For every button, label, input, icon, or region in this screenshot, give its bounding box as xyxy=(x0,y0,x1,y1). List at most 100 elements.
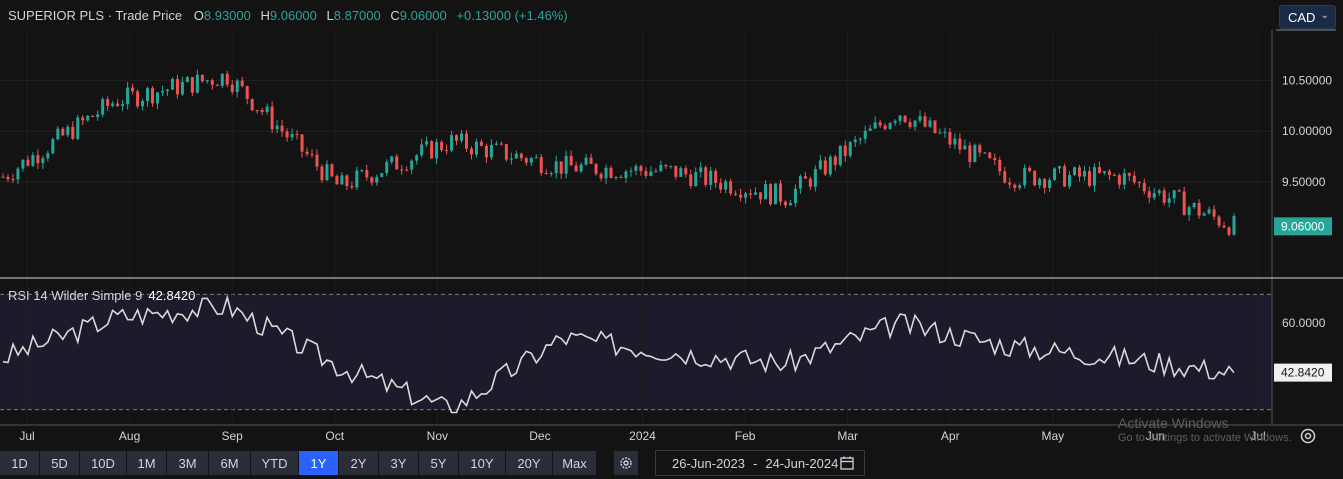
candle-body xyxy=(1132,175,1136,183)
currency-select[interactable]: CAD ⌄ xyxy=(1279,5,1336,29)
candle-body xyxy=(494,143,498,145)
candle-body xyxy=(888,122,892,129)
candle-body xyxy=(445,150,449,152)
candle-body xyxy=(270,106,274,130)
candle-body xyxy=(754,192,758,195)
candle-body xyxy=(1217,216,1221,226)
time-tick-label: Feb xyxy=(735,429,756,443)
candle-body xyxy=(1232,216,1236,235)
candle-body xyxy=(1112,174,1116,176)
candle-body xyxy=(769,184,773,205)
candle-body xyxy=(704,167,708,185)
candle-body xyxy=(973,145,977,163)
candle-body xyxy=(1063,166,1067,187)
candle-body xyxy=(1058,166,1062,169)
range-button-1d[interactable]: 1D xyxy=(0,451,39,475)
candle-body xyxy=(1087,170,1091,186)
candle-body xyxy=(395,156,399,170)
candle-body xyxy=(370,177,374,183)
candle-body xyxy=(330,164,334,177)
candle-body xyxy=(160,91,164,93)
candle-body xyxy=(868,128,872,131)
candle-body xyxy=(295,134,299,136)
candle-body xyxy=(385,161,389,174)
candle-body xyxy=(235,80,239,92)
candle-body xyxy=(694,172,698,187)
candle-body xyxy=(460,133,464,141)
candle-body xyxy=(81,117,85,121)
candle-body xyxy=(136,91,140,107)
range-button-3y[interactable]: 3Y xyxy=(379,451,418,475)
range-button-10y[interactable]: 10Y xyxy=(459,451,505,475)
candle-body xyxy=(544,172,548,175)
range-button-2y[interactable]: 2Y xyxy=(339,451,378,475)
instrument-title: SUPERIOR PLS · Trade Price xyxy=(8,8,183,23)
candle-body xyxy=(679,168,683,177)
candle-body xyxy=(1202,213,1206,216)
candle-body xyxy=(918,116,922,121)
gear-icon[interactable] xyxy=(1299,427,1317,450)
candle-body xyxy=(1028,167,1032,171)
high-value: 9.06000 xyxy=(269,8,317,23)
candle-body xyxy=(599,173,603,179)
range-button-ytd[interactable]: YTD xyxy=(251,451,298,475)
candle-body xyxy=(450,135,454,151)
range-button-10d[interactable]: 10D xyxy=(80,451,126,475)
rsi-band xyxy=(0,294,1272,410)
range-button-1m[interactable]: 1M xyxy=(127,451,166,475)
time-tick-label: Sep xyxy=(221,429,243,443)
candle-body xyxy=(86,115,90,121)
chart-canvas[interactable]: 10.50000 10.00000 9.50000 60.0000 Jul Aug Sep O… xyxy=(0,0,1343,449)
calendar-icon[interactable] xyxy=(840,456,854,473)
candle-body xyxy=(788,202,792,206)
candle-body xyxy=(569,155,573,166)
candle-body xyxy=(390,156,394,162)
candle-body xyxy=(1187,207,1191,216)
candle-body xyxy=(479,141,483,146)
candle-body xyxy=(484,145,488,158)
range-button-5y[interactable]: 5Y xyxy=(419,451,458,475)
time-tick-label: Oct xyxy=(325,429,344,443)
candle-body xyxy=(968,145,972,163)
range-button-6m[interactable]: 6M xyxy=(209,451,250,475)
price-legend: SUPERIOR PLS · Trade Price O8.93000 H9.0… xyxy=(8,8,568,23)
candle-body xyxy=(798,176,802,189)
candle-body xyxy=(121,104,125,107)
low-value: 8.87000 xyxy=(333,8,381,23)
candle-body xyxy=(11,179,15,181)
candle-body xyxy=(793,188,797,203)
candle-body xyxy=(1172,190,1176,199)
candle-body xyxy=(749,193,753,195)
date-range-picker[interactable]: 26-Jun-2023 - 24-Jun-2024 xyxy=(655,450,865,476)
candle-body xyxy=(76,117,80,139)
time-tick-label: Dec xyxy=(529,429,550,443)
candle-body xyxy=(200,74,204,82)
range-button-1y[interactable]: 1Y xyxy=(299,451,338,475)
candle-body xyxy=(818,160,822,169)
range-button-20y[interactable]: 20Y xyxy=(506,451,552,475)
candle-body xyxy=(455,135,459,141)
candle-body xyxy=(778,183,782,202)
candle-body xyxy=(1008,182,1012,185)
candle-body xyxy=(250,98,254,111)
time-tick-label: Apr xyxy=(941,429,960,443)
candle-body xyxy=(873,122,877,129)
candle-body xyxy=(539,157,543,173)
candle-body xyxy=(141,100,145,107)
candle-body xyxy=(1048,179,1052,188)
candle-body xyxy=(1137,182,1141,184)
range-button-max[interactable]: Max xyxy=(553,451,596,475)
candle-body xyxy=(245,86,249,99)
candle-body xyxy=(230,84,234,92)
range-button-3m[interactable]: 3M xyxy=(167,451,208,475)
candle-body xyxy=(116,103,120,107)
range-button-5d[interactable]: 5D xyxy=(40,451,79,475)
chart-settings-button[interactable] xyxy=(614,451,638,475)
candle-body xyxy=(1,176,5,178)
candle-body xyxy=(828,156,832,175)
candle-body xyxy=(1222,225,1226,228)
candle-body xyxy=(649,171,653,176)
candle-body xyxy=(101,99,105,115)
candle-body xyxy=(71,126,75,139)
candle-body xyxy=(320,166,324,181)
